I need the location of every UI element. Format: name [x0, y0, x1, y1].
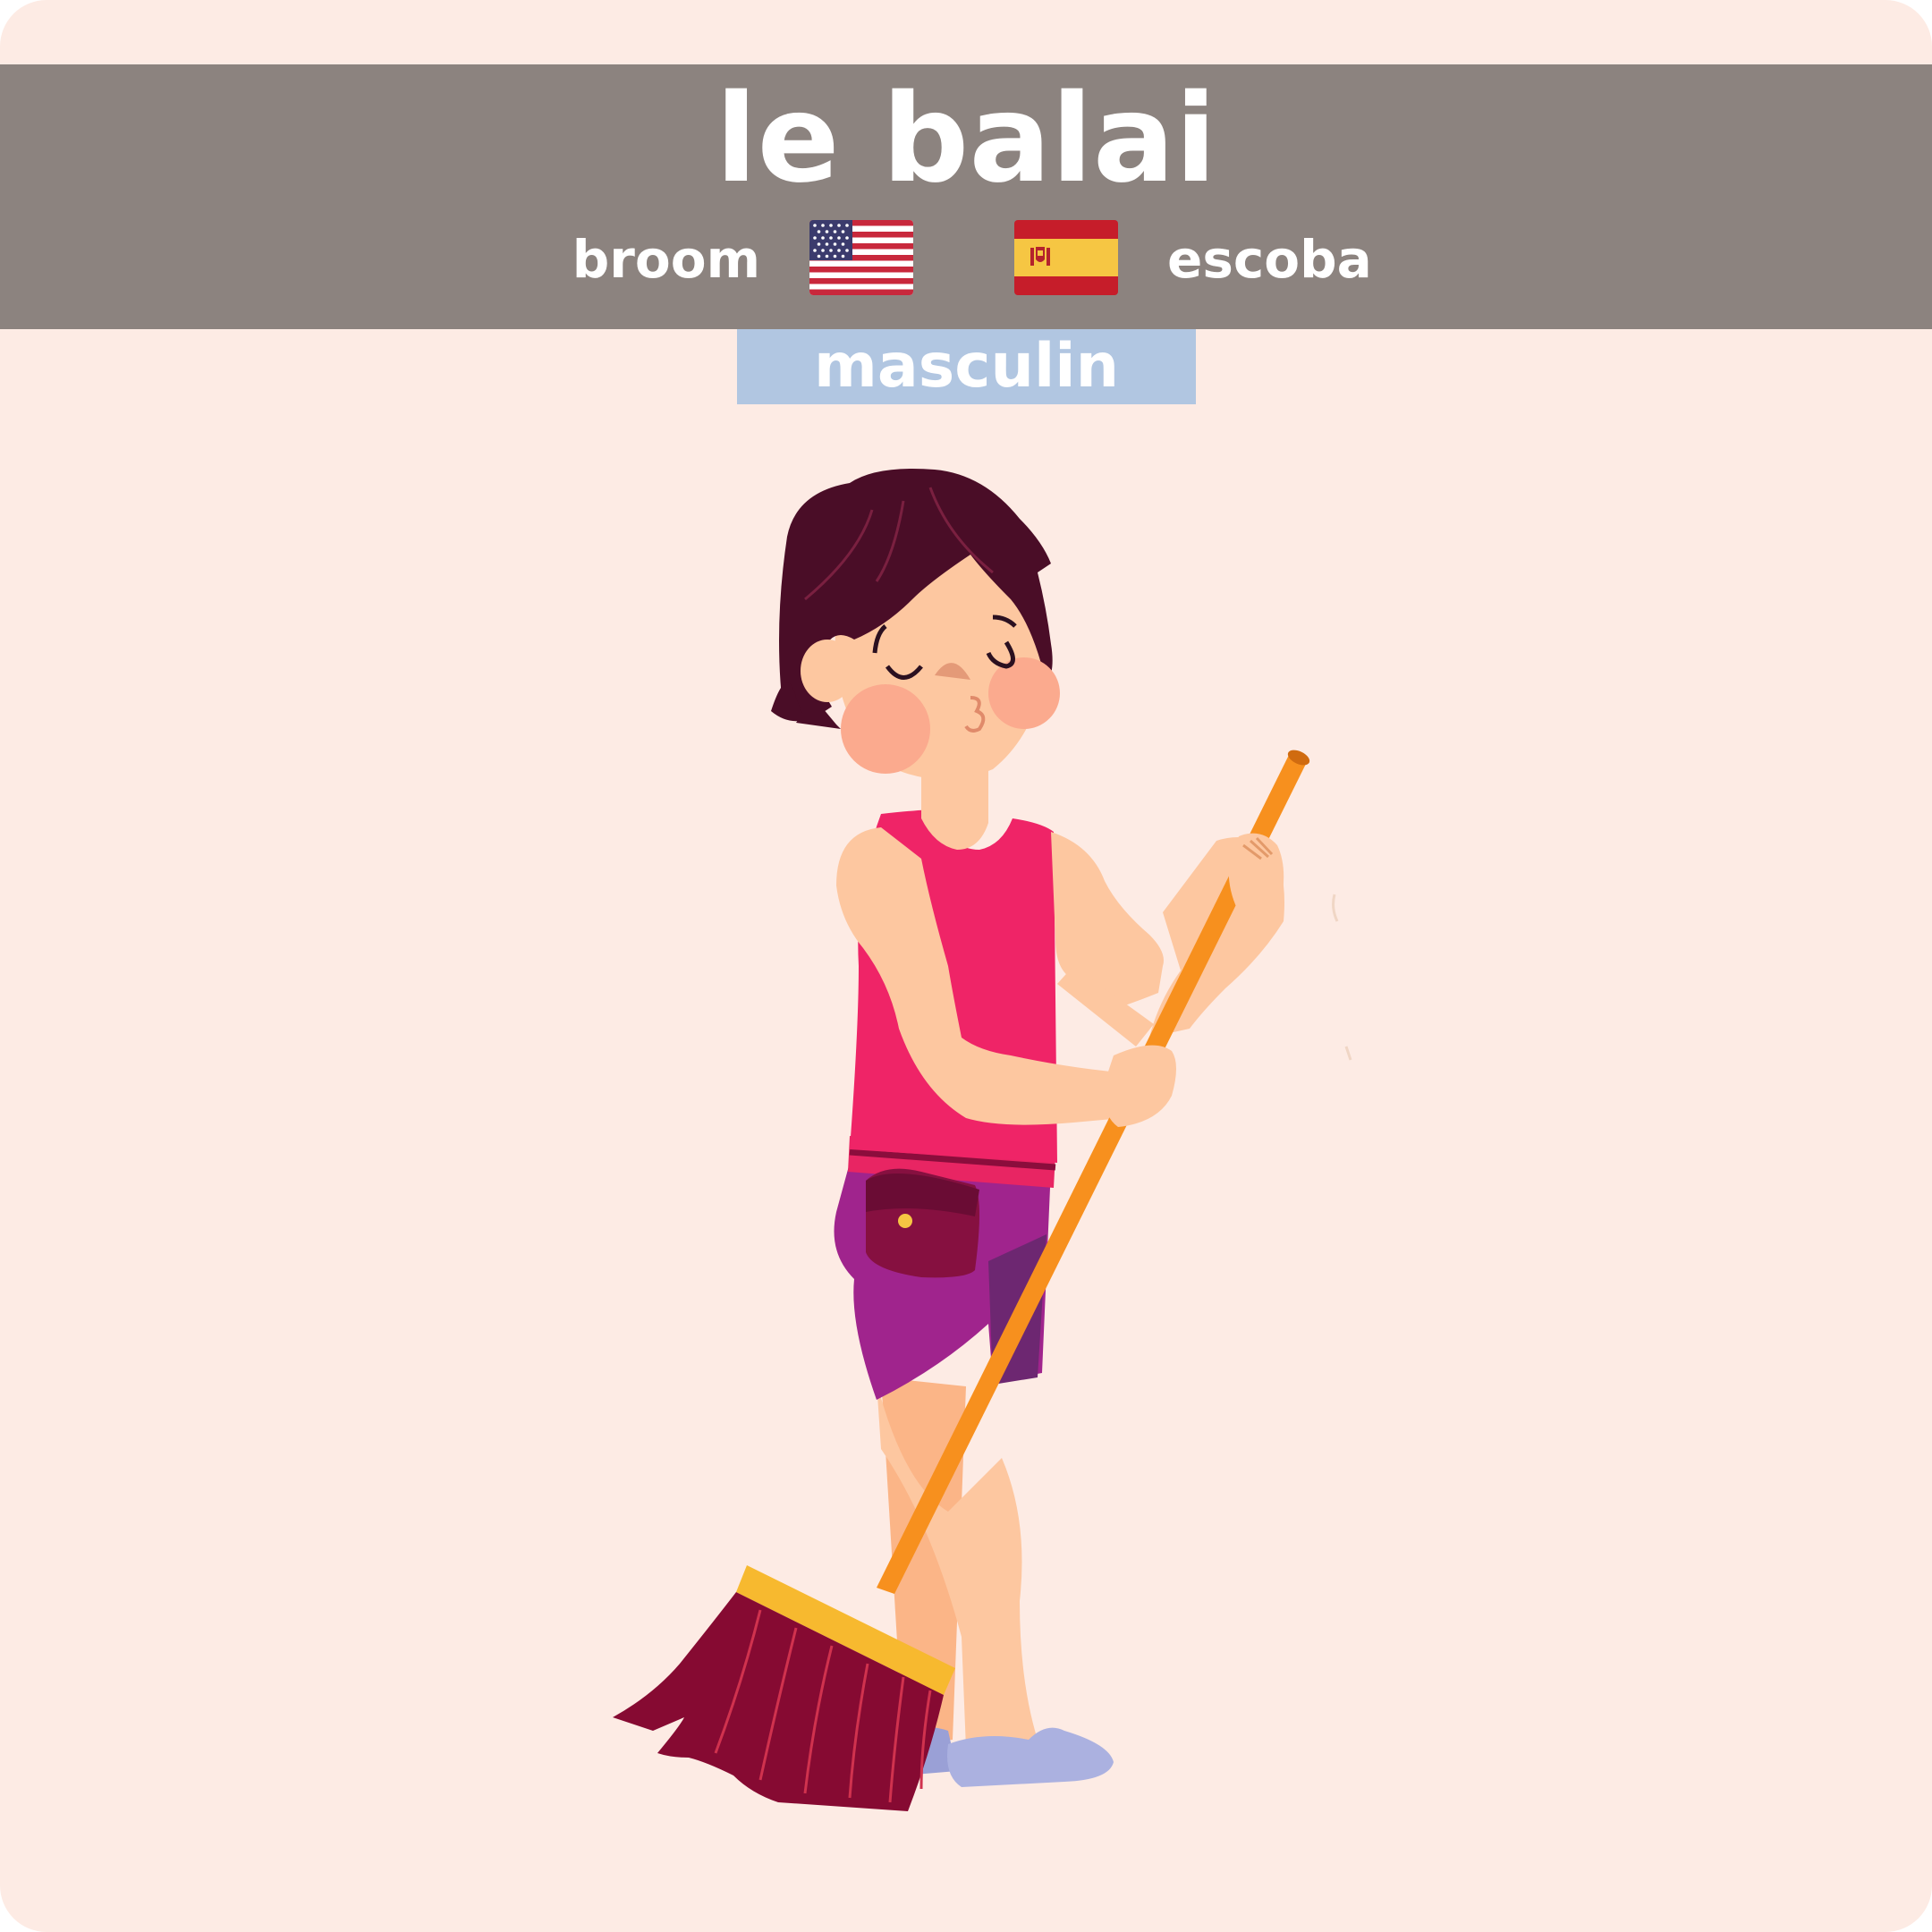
person-sweeping-illustration	[613, 469, 1352, 1811]
vocabulary-card: le balai broom escoba masculin	[0, 0, 1932, 1932]
